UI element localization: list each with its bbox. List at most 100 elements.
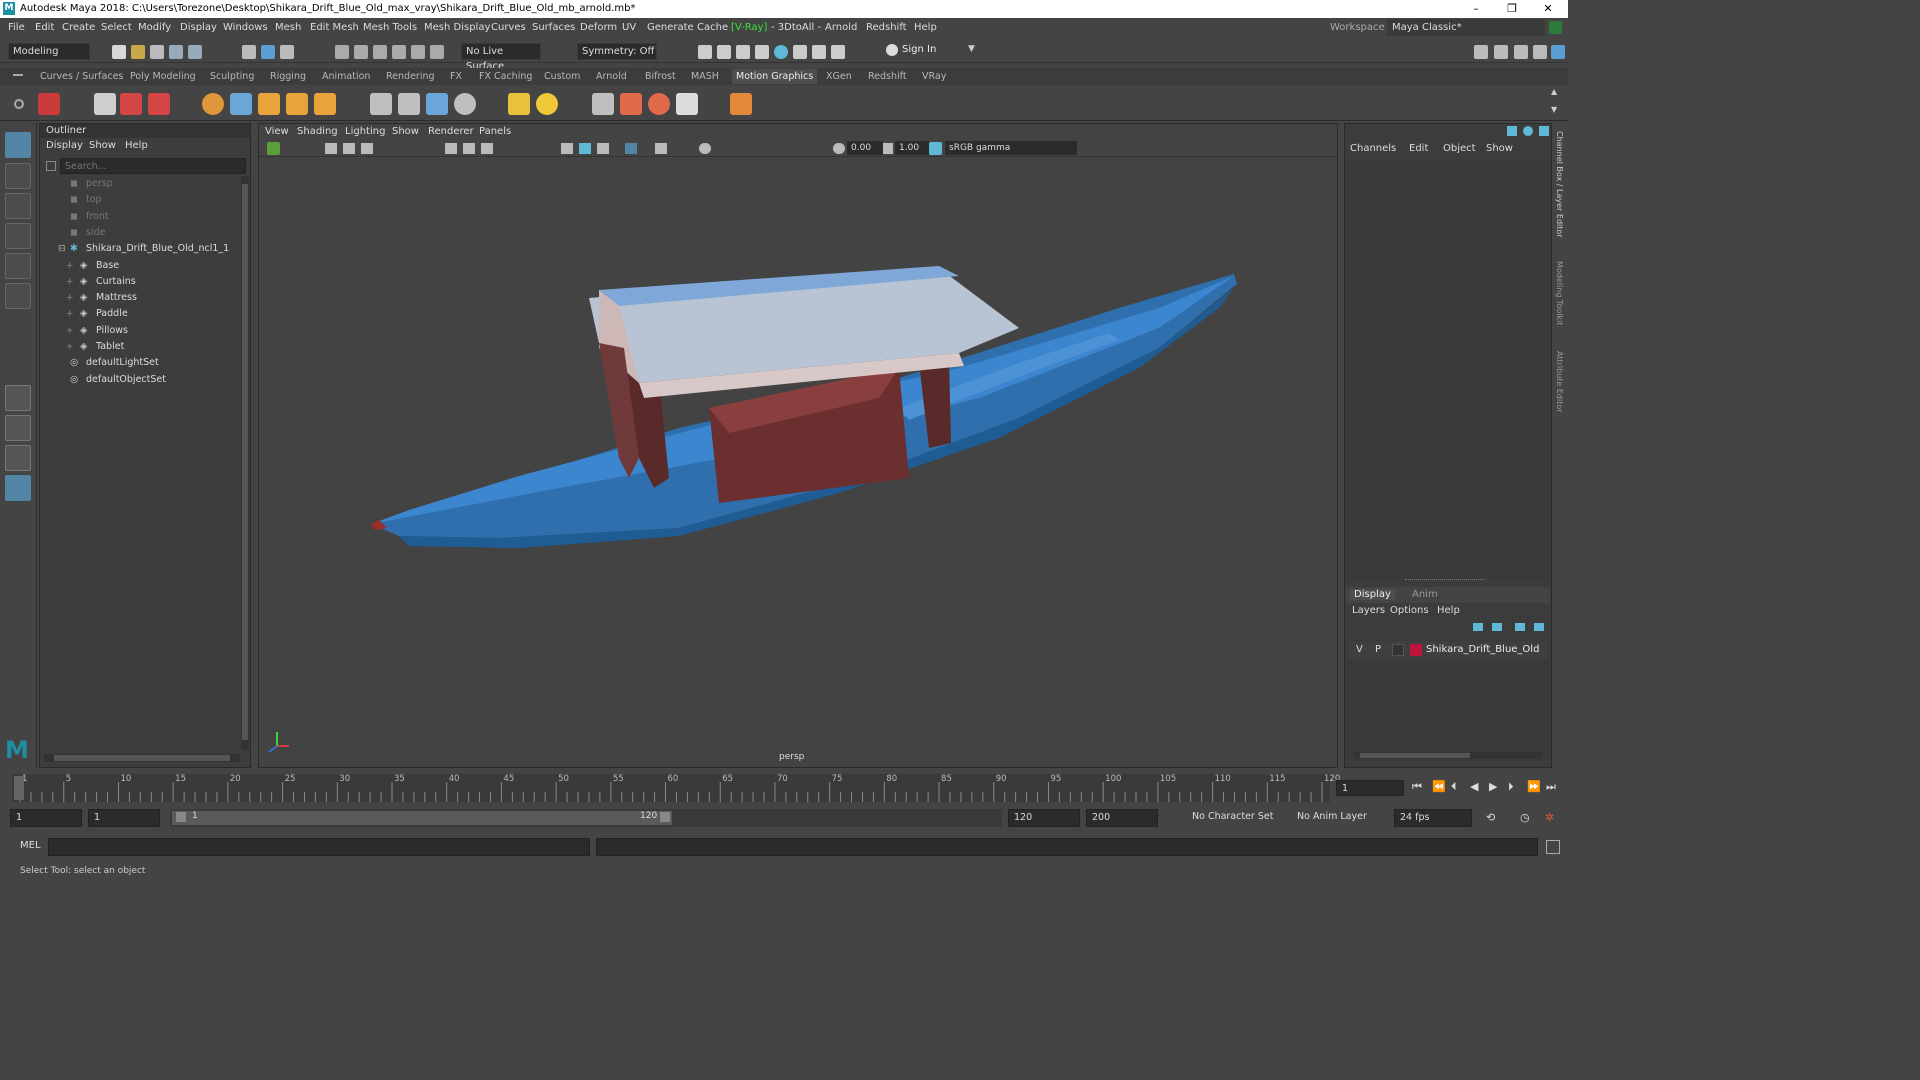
viewport-menu-shading[interactable]: Shading bbox=[297, 126, 338, 137]
layer-menu-layers[interactable]: Layers bbox=[1352, 605, 1385, 616]
channel-box-float-icon[interactable] bbox=[1523, 126, 1533, 136]
menu-mesh-display[interactable]: Mesh Display bbox=[424, 18, 490, 37]
side-tab-modeling-toolkit[interactable]: Modeling Toolkit bbox=[1555, 261, 1564, 325]
render-view-icon[interactable] bbox=[793, 45, 807, 59]
viewport-panel[interactable]: View Shading Lighting Show Renderer Pane… bbox=[258, 123, 1338, 768]
outliner-item[interactable]: ◎ defaultLightSet bbox=[40, 355, 240, 371]
sign-in-dropdown-icon[interactable]: ▼ bbox=[968, 44, 975, 54]
close-button[interactable]: ✕ bbox=[1530, 0, 1566, 18]
menu-modify[interactable]: Modify bbox=[138, 18, 171, 37]
menu-edit[interactable]: Edit bbox=[35, 18, 54, 37]
animation-end-field[interactable]: 200 bbox=[1086, 809, 1158, 827]
snap-view-icon[interactable] bbox=[392, 45, 406, 59]
outliner-menu-help[interactable]: Help bbox=[125, 140, 148, 151]
animation-start-field[interactable]: 1 bbox=[10, 809, 82, 827]
gamma-icon[interactable] bbox=[883, 143, 893, 154]
outliner-hscrollbar[interactable] bbox=[44, 754, 240, 762]
range-end-handle[interactable] bbox=[660, 812, 670, 822]
shadows-icon[interactable] bbox=[699, 143, 711, 154]
gear-burst-icon[interactable] bbox=[592, 93, 614, 115]
menu-create[interactable]: Create bbox=[62, 18, 95, 37]
shelf-tab-sculpting[interactable]: Sculpting bbox=[210, 69, 254, 84]
step-back-key-icon[interactable]: ⏴ bbox=[1451, 780, 1457, 794]
exposure-icon[interactable] bbox=[833, 143, 845, 154]
menu-uv[interactable]: UV bbox=[622, 18, 636, 37]
range-start-handle[interactable] bbox=[176, 812, 186, 822]
menu-windows[interactable]: Windows bbox=[223, 18, 268, 37]
fps-dropdown[interactable]: 24 fps bbox=[1394, 809, 1472, 827]
shelf-menu-icon[interactable] bbox=[13, 74, 23, 76]
curve-icon[interactable] bbox=[230, 93, 252, 115]
select-hierarchy-icon[interactable] bbox=[242, 45, 256, 59]
select-tool-icon[interactable] bbox=[5, 132, 31, 158]
character-set-field[interactable]: No Character Set bbox=[1192, 811, 1273, 822]
anim-layer-field[interactable]: No Anim Layer bbox=[1297, 811, 1367, 822]
ipr-render-icon[interactable] bbox=[736, 45, 750, 59]
gamma-field[interactable]: 1.00 bbox=[895, 141, 929, 155]
snap-live-icon[interactable] bbox=[430, 45, 444, 59]
outliner-item[interactable]: + ◈ Tablet bbox=[40, 339, 240, 355]
menu-file[interactable]: File bbox=[8, 18, 25, 37]
layer-visibility-toggle[interactable]: V bbox=[1356, 644, 1363, 655]
snap-grid-icon[interactable] bbox=[335, 45, 349, 59]
color-space-dropdown[interactable]: sRGB gamma bbox=[945, 141, 1077, 155]
layer-menu-options[interactable]: Options bbox=[1390, 605, 1429, 616]
playback-start-field[interactable]: 1 bbox=[88, 809, 160, 827]
shelf-tab-poly-modeling[interactable]: Poly Modeling bbox=[130, 69, 196, 84]
undo-icon[interactable] bbox=[169, 45, 183, 59]
mash-paint-icon[interactable] bbox=[148, 93, 170, 115]
step-back-frame-icon[interactable]: ⏪ bbox=[1432, 780, 1446, 793]
exposure-field[interactable]: 0.00 bbox=[847, 141, 883, 155]
shelf-tab-arnold[interactable]: Arnold bbox=[596, 69, 627, 84]
type-tool-icon[interactable] bbox=[120, 93, 142, 115]
hypershade-icon[interactable] bbox=[774, 45, 788, 59]
viewport-scene[interactable] bbox=[259, 158, 1337, 767]
snap-curve-icon[interactable] bbox=[354, 45, 368, 59]
expand-icon[interactable]: + bbox=[66, 323, 74, 339]
channels-menu-show[interactable]: Show bbox=[1486, 143, 1513, 154]
current-frame-field[interactable]: 1 bbox=[1336, 780, 1404, 796]
layer-hscrollbar[interactable] bbox=[1354, 752, 1542, 759]
outliner-item[interactable]: ⊟ ✱ Shikara_Drift_Blue_Old_ncl1_1 bbox=[40, 241, 240, 257]
select-object-icon[interactable] bbox=[261, 45, 275, 59]
shelf-tab-vray[interactable]: VRay bbox=[922, 69, 946, 84]
time-slider[interactable]: 1 5 10 15 20 25 30 35 40 45 50 55 60 65 70 75 80 85 90 95 10… bbox=[0, 772, 1568, 805]
outliner-item[interactable]: ◼ top bbox=[40, 192, 240, 208]
move-layer-down-icon[interactable] bbox=[1492, 623, 1502, 631]
mash-list-icon[interactable] bbox=[94, 93, 116, 115]
box-icon[interactable] bbox=[314, 93, 336, 115]
layer-color-swatch[interactable] bbox=[1410, 644, 1422, 656]
shelf-tab-motion-graphics[interactable]: Motion Graphics bbox=[732, 69, 818, 84]
paint-select-icon[interactable] bbox=[5, 193, 31, 219]
single-view-icon[interactable] bbox=[5, 385, 31, 411]
text-icon[interactable] bbox=[258, 93, 280, 115]
vray-render-icon[interactable] bbox=[812, 45, 826, 59]
script-editor-icon[interactable] bbox=[1546, 840, 1560, 854]
range-handle[interactable]: 1 120 bbox=[172, 811, 672, 825]
expand-icon[interactable]: + bbox=[66, 339, 74, 355]
shelf-tab-bifrost[interactable]: Bifrost bbox=[645, 69, 676, 84]
camera-attributes-icon[interactable] bbox=[325, 143, 337, 154]
shelf-scroll-up-icon[interactable]: ▲ bbox=[1551, 87, 1557, 96]
svg-icon[interactable] bbox=[286, 93, 308, 115]
layer-tab-display[interactable]: Display bbox=[1350, 589, 1395, 600]
rotate-tool-icon[interactable] bbox=[5, 253, 31, 279]
splitter-handle[interactable] bbox=[1405, 579, 1485, 582]
live-surface-field[interactable]: No Live Surface bbox=[461, 43, 541, 72]
xray-icon[interactable] bbox=[625, 143, 637, 154]
step-forward-frame-icon[interactable]: ⏩ bbox=[1527, 780, 1541, 793]
outliner-item[interactable]: + ◈ Curtains bbox=[40, 274, 240, 290]
menu-3dtoall[interactable]: - 3DtoAll - bbox=[771, 18, 821, 37]
command-input[interactable] bbox=[48, 838, 590, 856]
move-tool-icon[interactable] bbox=[5, 223, 31, 249]
expand-icon[interactable]: + bbox=[66, 274, 74, 290]
outliner-item[interactable]: + ◈ Mattress bbox=[40, 290, 240, 306]
side-tab-channel-box[interactable]: Channel Box / Layer Editor bbox=[1555, 131, 1564, 238]
collapse-icon[interactable]: ⊟ bbox=[58, 241, 66, 257]
film-gate-icon[interactable] bbox=[463, 143, 475, 154]
shelf-settings-icon[interactable] bbox=[14, 99, 24, 109]
mash-network-icon[interactable] bbox=[38, 93, 60, 115]
shelf-tab-rigging[interactable]: Rigging bbox=[270, 69, 306, 84]
menu-mesh[interactable]: Mesh bbox=[275, 18, 301, 37]
lasso-tool-icon[interactable] bbox=[5, 163, 31, 189]
